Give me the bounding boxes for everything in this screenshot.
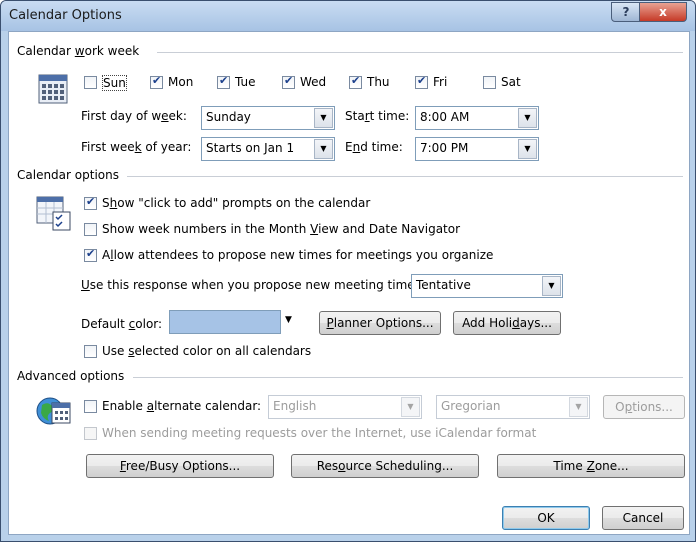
first-week-value: Starts on Jan 1: [206, 141, 295, 155]
first-day-select[interactable]: Sunday ▼: [201, 106, 335, 130]
calendar-checklist-icon: [36, 196, 71, 231]
allow-propose-label: Allow attendees to propose new times for…: [102, 248, 494, 262]
chevron-down-icon[interactable]: ▼: [518, 108, 537, 128]
response-value: Tentative: [416, 278, 471, 292]
advanced-options-divider: [133, 377, 683, 378]
advanced-options-group-label: Advanced options: [17, 369, 125, 383]
checkbox-tue[interactable]: [217, 74, 230, 89]
title-bar[interactable]: Calendar Options ? x: [1, 1, 695, 31]
alternate-calendar-type-select[interactable]: Gregorian ▼: [436, 395, 590, 419]
first-week-label: First week of year:: [81, 140, 192, 154]
cancel-button[interactable]: Cancel: [602, 506, 684, 530]
globe-calendar-icon: [36, 397, 71, 425]
checkbox-wed[interactable]: [282, 74, 295, 89]
week-numbers-label: Show week numbers in the Month View and …: [102, 222, 461, 236]
question-mark-icon: ?: [622, 5, 630, 19]
label-tue: Tue: [235, 75, 256, 89]
resource-scheduling-button[interactable]: Resource Scheduling...: [291, 454, 479, 478]
show-click-to-add-checkbox[interactable]: [84, 195, 97, 210]
alternate-calendar-label: Enable alternate calendar:: [102, 399, 262, 413]
chevron-down-icon[interactable]: ▼: [569, 397, 588, 417]
chevron-down-icon[interactable]: ▼: [518, 139, 537, 159]
response-label: Use this response when you propose new m…: [81, 278, 425, 292]
start-time-value: 8:00 AM: [420, 110, 470, 124]
alternate-calendar-checkbox[interactable]: [84, 400, 97, 413]
checkbox-fri[interactable]: [415, 74, 428, 89]
help-button[interactable]: ?: [611, 2, 641, 22]
chevron-down-icon[interactable]: ▼: [401, 397, 420, 417]
chevron-down-icon[interactable]: ▼: [314, 139, 333, 159]
checkbox-sun[interactable]: [84, 76, 97, 89]
time-zone-button[interactable]: Time Zone...: [497, 454, 685, 478]
calendar-options-divider: [127, 176, 683, 177]
calendar-options-dialog: Calendar Options ? x Calendar work week …: [0, 0, 696, 542]
calendar-grid-icon: [38, 74, 68, 104]
close-icon: x: [659, 5, 667, 19]
label-sat: Sat: [501, 75, 521, 89]
checkbox-sat[interactable]: [483, 76, 496, 89]
free-busy-options-button[interactable]: Free/Busy Options...: [86, 454, 274, 478]
work-week-group-label: Calendar work week: [17, 44, 140, 58]
end-time-select[interactable]: 7:00 PM ▼: [415, 137, 539, 161]
work-week-divider: [157, 52, 683, 53]
chevron-down-icon[interactable]: ▼: [542, 276, 561, 296]
use-selected-color-label: Use selected color on all calendars: [102, 344, 312, 358]
show-click-to-add-label: Show "click to add" prompts on the calen…: [102, 196, 371, 210]
dialog-client-area: Calendar work week Sun Mon Tue Wed Thu F…: [8, 31, 690, 535]
dialog-title: Calendar Options: [9, 8, 122, 23]
alternate-language-value: English: [273, 399, 317, 413]
week-numbers-checkbox[interactable]: [84, 223, 97, 236]
first-week-select[interactable]: Starts on Jan 1 ▼: [201, 137, 335, 161]
use-selected-color-checkbox[interactable]: [84, 345, 97, 358]
label-thu: Thu: [367, 75, 390, 89]
default-color-swatch[interactable]: [169, 310, 281, 334]
default-color-label: Default color:: [81, 317, 163, 331]
end-time-label: End time:: [345, 140, 403, 154]
end-time-value: 7:00 PM: [420, 141, 469, 155]
ok-button[interactable]: OK: [502, 506, 590, 530]
checkbox-thu[interactable]: [349, 74, 362, 89]
add-holidays-button[interactable]: Add Holidays...: [453, 311, 561, 335]
planner-options-button[interactable]: Planner Options...: [319, 311, 441, 335]
close-button[interactable]: x: [639, 2, 687, 22]
checkbox-mon[interactable]: [150, 74, 163, 89]
label-mon: Mon: [168, 75, 194, 89]
response-select[interactable]: Tentative ▼: [411, 274, 563, 298]
start-time-label: Start time:: [345, 109, 410, 123]
chevron-down-icon[interactable]: ▼: [314, 108, 333, 128]
calendar-options-group-label: Calendar options: [17, 168, 119, 182]
first-day-value: Sunday: [206, 110, 251, 124]
start-time-select[interactable]: 8:00 AM ▼: [415, 106, 539, 130]
alternate-options-button[interactable]: Options...: [603, 395, 685, 419]
alternate-calendar-type-value: Gregorian: [441, 399, 501, 413]
allow-propose-checkbox[interactable]: [84, 247, 97, 262]
alternate-language-select[interactable]: English ▼: [268, 395, 422, 419]
label-sun: Sun: [102, 75, 127, 91]
color-dropdown-arrow-icon[interactable]: ▼: [285, 315, 292, 325]
first-day-label: First day of week:: [81, 109, 187, 123]
label-wed: Wed: [300, 75, 327, 89]
icalendar-label: When sending meeting requests over the I…: [102, 426, 537, 440]
icalendar-checkbox[interactable]: [84, 427, 97, 440]
label-fri: Fri: [433, 75, 448, 89]
